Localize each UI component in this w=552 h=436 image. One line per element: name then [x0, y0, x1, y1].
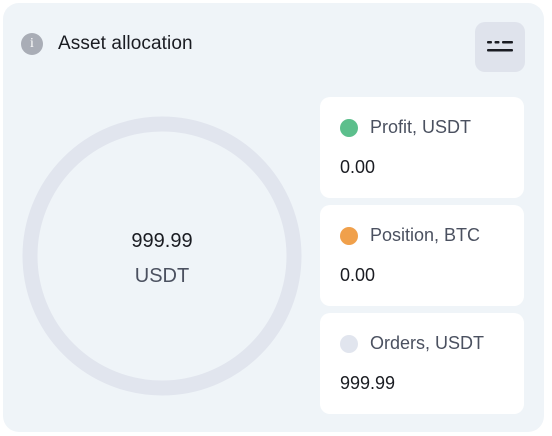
- legend-value: 0.00: [340, 265, 376, 285]
- legend-value: 999.99: [340, 373, 396, 393]
- donut-total-value: 999.99: [131, 230, 193, 252]
- legend-value: 0.00: [340, 157, 376, 177]
- legend-label: Orders, USDT: [370, 333, 485, 353]
- profit-color-dot: [340, 119, 358, 137]
- legend-item-position: Position, BTC 0.00: [320, 205, 524, 306]
- card-header: i Asset allocation: [21, 33, 193, 55]
- donut-total-unit: USDT: [134, 265, 190, 287]
- legend-item-profit: Profit, USDT 0.00: [320, 97, 524, 198]
- asset-allocation-card: i Asset allocation 999.99 USDT Profit, U…: [3, 3, 544, 432]
- card-title: Asset allocation: [58, 33, 193, 54]
- legend-label: Profit, USDT: [370, 117, 472, 137]
- donut-center: 999.99 USDT: [22, 116, 302, 396]
- list-icon: [487, 41, 513, 52]
- legend-label: Position, BTC: [370, 225, 481, 245]
- legend-item-orders: Orders, USDT 999.99: [320, 313, 524, 414]
- position-color-dot: [340, 227, 358, 245]
- list-menu-button[interactable]: [475, 22, 525, 72]
- orders-color-dot: [340, 335, 358, 353]
- info-icon[interactable]: i: [21, 33, 43, 55]
